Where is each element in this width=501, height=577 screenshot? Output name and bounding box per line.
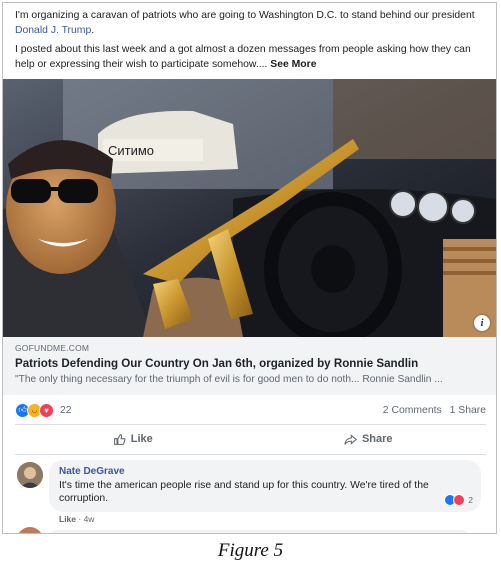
link-domain: GOFUNDME.COM (15, 343, 90, 353)
comments-count-link[interactable]: 2 Comments (383, 405, 442, 416)
figure-caption: Figure 5 (217, 540, 284, 561)
like-button[interactable]: Like (15, 426, 251, 452)
comment-reaction-count: 2 (468, 495, 473, 505)
share-button-label: Share (361, 433, 393, 445)
share-button[interactable]: Share (251, 426, 487, 452)
car-sign-text: Ситимо (108, 143, 154, 158)
post-text-part: . (91, 25, 95, 36)
post-image[interactable]: Ситимо i (3, 79, 496, 337)
share-arrow-icon (344, 433, 357, 445)
like-button-label: Like (130, 433, 153, 445)
commenter-name[interactable]: Nate DeGrave (59, 466, 471, 477)
comment-bubble: Nate DeGrave It's time the american peop… (49, 460, 481, 512)
link-preview[interactable]: GOFUNDME.COM Patriots Defending Our Coun… (3, 337, 496, 395)
thumbs-up-icon (113, 433, 126, 445)
reaction-count: 22 (60, 404, 72, 416)
post-stats: 👍︎ ◡ ♥ 22 2 Comments 1 Share (15, 401, 486, 419)
shares-count-link[interactable]: 1 Share (450, 405, 486, 416)
engagement-counts: 2 Comments 1 Share (383, 405, 486, 416)
post-text-part: I'm organizing a caravan of patriots who… (15, 10, 475, 21)
photo-illustration: Ситимо (3, 79, 496, 337)
meta-separator: · (76, 514, 84, 524)
link-title[interactable]: Patriots Defending Our Country On Jan 6t… (15, 357, 486, 370)
comment-text: It's time the american people rise and s… (59, 480, 429, 504)
see-more-link[interactable]: See More (270, 59, 316, 70)
info-icon[interactable]: i (474, 315, 490, 331)
mention-link[interactable]: Donald J. Trump (15, 25, 91, 36)
facebook-post: I'm organizing a caravan of patriots who… (2, 2, 497, 534)
comment-like-link[interactable]: Like (59, 514, 76, 524)
avatar[interactable] (17, 462, 43, 488)
post-body: I'm organizing a caravan of patriots who… (3, 3, 496, 72)
post-text-part: I posted about this last week and a got … (15, 44, 471, 70)
link-description: "The only thing necessary for the triump… (15, 374, 443, 385)
reactions-summary[interactable]: 👍︎ ◡ ♥ 22 (15, 402, 72, 418)
comment-time[interactable]: 4w (84, 514, 95, 524)
comment-reactions[interactable]: 2 (444, 494, 473, 506)
comment-bubble (49, 530, 469, 533)
love-icon: ♥ (39, 402, 54, 418)
action-bar: Like Share (15, 426, 486, 452)
love-icon (453, 494, 466, 506)
post-paragraph-1: I'm organizing a caravan of patriots who… (15, 8, 486, 38)
comment-meta: Like · 4w (59, 514, 94, 524)
post-paragraph-2: I posted about this last week and a got … (15, 42, 486, 72)
divider (15, 424, 486, 425)
divider (15, 454, 486, 455)
avatar[interactable] (17, 527, 43, 533)
